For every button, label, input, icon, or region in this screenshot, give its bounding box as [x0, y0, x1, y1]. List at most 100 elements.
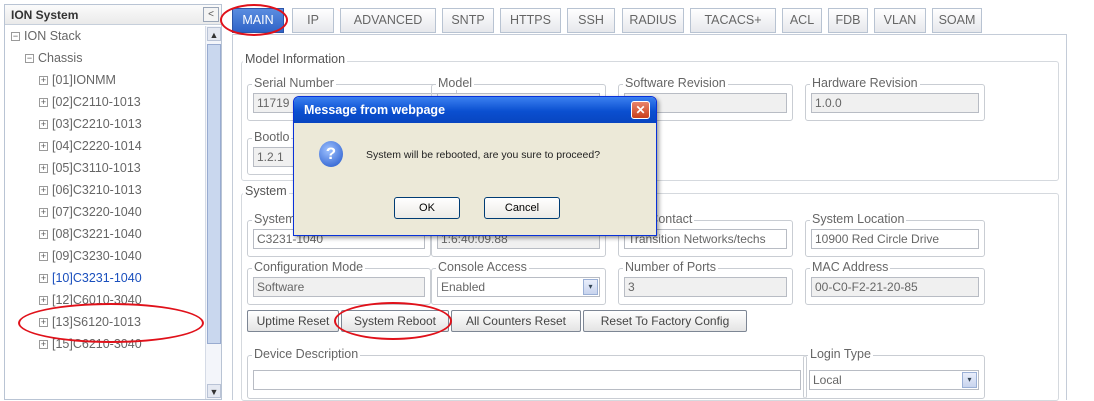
tree-item-label: [13]S6120-1013 — [52, 315, 141, 329]
tree-item-label: [01]IONMM — [52, 73, 116, 87]
collapse-panel-button[interactable]: < — [203, 7, 219, 22]
console-access-value: Enabled — [441, 280, 486, 294]
tree-item-label: [03]C2210-1013 — [52, 117, 142, 131]
tree-item[interactable]: + [02]C2110-1013 — [39, 92, 141, 112]
tree-item[interactable]: + [08]C3221-1040 — [39, 224, 142, 244]
confirm-reboot-dialog: Message from webpage ✕ ? System will be … — [293, 96, 657, 236]
dropdown-arrow-icon[interactable]: ▾ — [583, 279, 598, 295]
tree-item-label: ION Stack — [24, 29, 81, 43]
uptime-reset-button[interactable]: Uptime Reset — [247, 310, 339, 332]
console-access-select[interactable]: Enabled ▾ — [437, 277, 600, 297]
tree-toggle-icon[interactable]: + — [39, 76, 48, 86]
tree-item[interactable]: + [10]C3231-1040 — [39, 268, 142, 288]
cancel-button[interactable]: Cancel — [484, 197, 560, 219]
mac-address-group: MAC Address 00-C0-F2-21-20-85 — [805, 260, 985, 305]
tree-item-label: [05]C3110-1013 — [52, 161, 141, 175]
tree-toggle-icon[interactable]: + — [39, 340, 48, 350]
scroll-up-arrow-icon[interactable]: ▲ — [207, 27, 221, 41]
tree-item[interactable]: + [15]C6210-3040 — [39, 334, 142, 354]
tree-item[interactable]: + [09]C3230-1040 — [39, 246, 142, 266]
configuration-mode-label: Configuration Mode — [252, 260, 366, 274]
tree-item-label: [07]C3220-1040 — [52, 205, 142, 219]
tab-bar: MAIN IP ADVANCED SNTP HTTPS SSH RADIUS TACACS+ A… — [232, 8, 1067, 34]
tab-https[interactable]: HTTPS — [500, 8, 561, 33]
tree-toggle-icon[interactable]: + — [39, 120, 48, 130]
login-type-value: Local — [813, 373, 842, 387]
tree-item-label: [04]C2220-1014 — [52, 139, 142, 153]
tree-item-label: [02]C2110-1013 — [52, 95, 141, 109]
tree-item[interactable]: + [04]C2220-1014 — [39, 136, 142, 156]
login-type-group: Login Type Local ▾ — [803, 347, 985, 399]
dropdown-arrow-icon[interactable]: ▾ — [962, 372, 977, 388]
tab-acl[interactable]: ACL — [782, 8, 822, 33]
tree-item[interactable]: − ION Stack — [11, 26, 81, 46]
software-revision-label: Software Revision — [623, 76, 728, 90]
model-label: Model — [436, 76, 475, 90]
tree-item-label: Chassis — [38, 51, 83, 65]
scroll-down-arrow-icon[interactable]: ▼ — [207, 384, 221, 398]
tab-ip[interactable]: IP — [292, 8, 334, 33]
tree-toggle-icon[interactable]: + — [39, 230, 48, 240]
tree-item[interactable]: + [13]S6120-1013 — [39, 312, 141, 332]
tab-radius[interactable]: RADIUS — [622, 8, 684, 33]
tree-item[interactable]: + [05]C3110-1013 — [39, 158, 141, 178]
tree-item-label: [06]C3210-1013 — [52, 183, 142, 197]
tab-vlan[interactable]: VLAN — [874, 8, 926, 33]
mac-address-field[interactable]: 00-C0-F2-21-20-85 — [811, 277, 979, 297]
tree-toggle-icon[interactable]: − — [25, 54, 34, 64]
tree-item[interactable]: + [01]IONMM — [39, 70, 116, 90]
ok-button[interactable]: OK — [394, 197, 460, 219]
tab-soam[interactable]: SOAM — [932, 8, 982, 33]
tree-toggle-icon[interactable]: − — [11, 32, 20, 42]
tab-advanced[interactable]: ADVANCED — [340, 8, 436, 33]
tree-item[interactable]: + [06]C3210-1013 — [39, 180, 142, 200]
tree-toggle-icon[interactable]: + — [39, 296, 48, 306]
tree-scrollbar[interactable]: ▲ ▼ — [205, 26, 221, 399]
hardware-revision-label: Hardware Revision — [810, 76, 920, 90]
system-location-label: System Location — [810, 212, 907, 226]
tab-sntp[interactable]: SNTP — [442, 8, 494, 33]
mac-address-label: MAC Address — [810, 260, 891, 274]
tree-toggle-icon[interactable]: + — [39, 274, 48, 284]
hardware-revision-field[interactable]: 1.0.0 — [811, 93, 979, 113]
close-icon[interactable]: ✕ — [631, 101, 650, 119]
console-access-group: Console Access Enabled ▾ — [431, 260, 606, 305]
number-of-ports-field[interactable]: 3 — [624, 277, 787, 297]
device-description-group: Device Description — [247, 347, 807, 399]
tree-toggle-icon[interactable]: + — [39, 98, 48, 108]
tab-fdb[interactable]: FDB — [828, 8, 868, 33]
all-counters-reset-button[interactable]: All Counters Reset — [451, 310, 581, 332]
tree-toggle-icon[interactable]: + — [39, 252, 48, 262]
tree-item[interactable]: + [12]C6010-3040 — [39, 290, 142, 310]
device-description-field[interactable] — [253, 370, 801, 390]
console-access-label: Console Access — [436, 260, 529, 274]
tree-toggle-icon[interactable]: + — [39, 318, 48, 328]
device-tree: − ION Stack − Chassis + [01]IONMM + [02]C2110-1… — [5, 26, 205, 399]
tree-toggle-icon[interactable]: + — [39, 142, 48, 152]
tab-tacacs[interactable]: TACACS+ — [690, 8, 776, 33]
tree-toggle-icon[interactable]: + — [39, 164, 48, 174]
reset-to-factory-config-button[interactable]: Reset To Factory Config — [583, 310, 747, 332]
scrollbar-thumb[interactable] — [207, 44, 221, 344]
number-of-ports-label: Number of Ports — [623, 260, 719, 274]
hardware-revision-group: Hardware Revision 1.0.0 — [805, 76, 985, 121]
configuration-mode-field[interactable]: Software — [253, 277, 425, 297]
system-location-field[interactable]: 10900 Red Circle Drive — [811, 229, 979, 249]
tree-toggle-icon[interactable]: + — [39, 208, 48, 218]
login-type-label: Login Type — [808, 347, 873, 361]
dialog-title: Message from webpage — [294, 97, 656, 123]
tree-item[interactable]: + [03]C2210-1013 — [39, 114, 142, 134]
tree-item-label: [10]C3231-1040 — [52, 271, 142, 285]
dialog-message: System will be rebooted, are you sure to… — [366, 149, 601, 161]
tab-ssh[interactable]: SSH — [567, 8, 615, 33]
tree-item-label: [08]C3221-1040 — [52, 227, 142, 241]
system-reboot-button[interactable]: System Reboot — [341, 310, 449, 332]
tree-item[interactable]: + [07]C3220-1040 — [39, 202, 142, 222]
question-icon: ? — [319, 141, 343, 167]
login-type-select[interactable]: Local ▾ — [809, 370, 979, 390]
model-information-heading: Model Information — [243, 52, 348, 66]
tree-toggle-icon[interactable]: + — [39, 186, 48, 196]
tab-main[interactable]: MAIN — [232, 8, 284, 33]
tree-title: ION System — [5, 5, 221, 25]
tree-item[interactable]: − Chassis — [25, 48, 82, 68]
